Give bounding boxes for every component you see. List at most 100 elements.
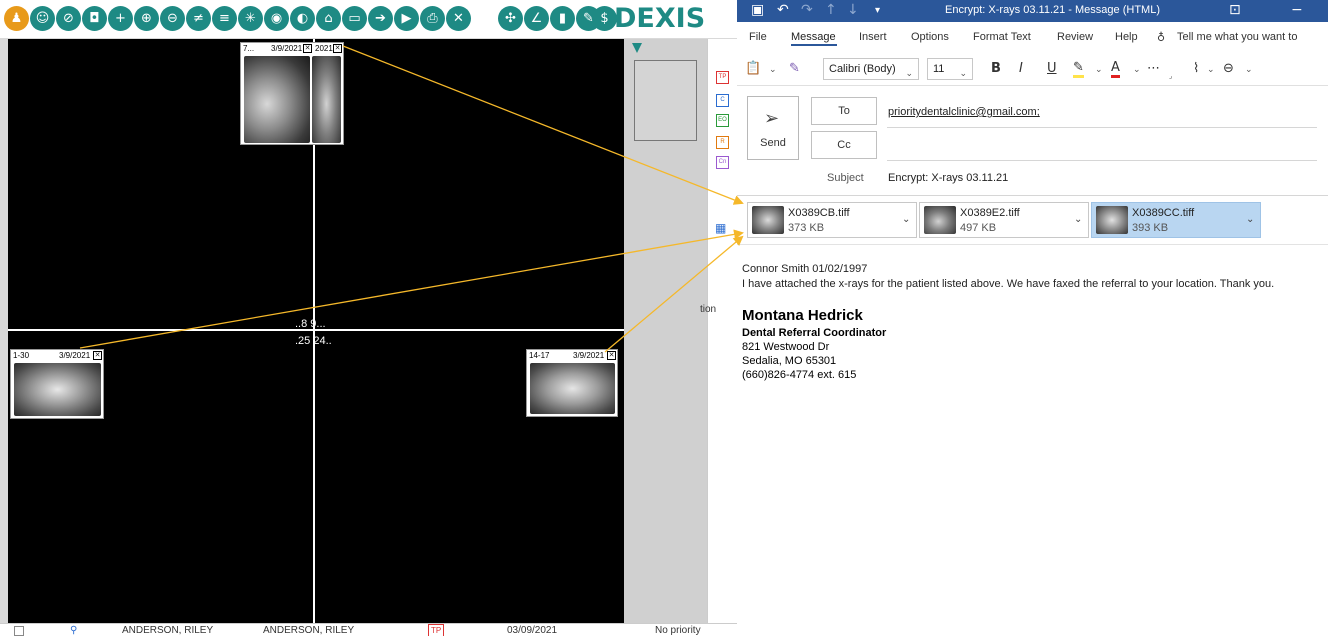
minimize-icon[interactable]: −	[1291, 2, 1303, 18]
to-button[interactable]: To	[811, 97, 877, 125]
chevron-down-icon[interactable]: ⌄	[1245, 65, 1253, 75]
tag-tp-icon[interactable]: TP	[716, 71, 729, 84]
close-icon[interactable]: ✕	[93, 351, 102, 360]
tag-c-icon[interactable]: C	[716, 94, 729, 107]
edit-icon[interactable]: ⊘	[56, 6, 81, 31]
link-icon[interactable]: ⚲	[70, 624, 77, 636]
chevron-down-icon: ⌄	[959, 69, 967, 79]
undo-icon[interactable]: ↶	[777, 2, 789, 18]
tab-format-text[interactable]: Format Text	[973, 31, 1031, 43]
tag-cn-icon[interactable]: Cn	[716, 156, 729, 169]
cc-button[interactable]: Cc	[811, 131, 877, 159]
subject-field[interactable]: Encrypt: X-rays 03.11.21	[888, 172, 1008, 184]
font-color-icon[interactable]: A	[1111, 61, 1120, 78]
active-tab-indicator	[791, 44, 837, 46]
add-icon[interactable]: +	[108, 6, 133, 31]
attachment-name: X0389CC.tiff	[1132, 207, 1195, 219]
tell-me-search[interactable]: Tell me what you want to	[1177, 31, 1297, 43]
xray-thumbnail-left[interactable]: 1-30 3/9/2021 ✕	[10, 349, 104, 419]
row-tag: TP	[428, 624, 445, 636]
adjust-icon[interactable]: ≠	[186, 6, 211, 31]
to-field[interactable]: prioritydentalclinic@gmail.com;	[888, 106, 1040, 118]
tab-options[interactable]: Options	[911, 31, 949, 43]
attachment-item[interactable]: X0389CB.tiff 373 KB ⌄	[747, 202, 917, 238]
cc-field[interactable]	[887, 160, 1317, 161]
attach-icon[interactable]: ⌇	[1193, 61, 1199, 76]
chevron-down-icon[interactable]: ⌄	[902, 214, 910, 225]
chevron-down-icon[interactable]: ⌄	[1074, 214, 1082, 225]
calendar-icon[interactable]: ▦	[715, 221, 726, 235]
notes-icon[interactable]: ≡	[212, 6, 237, 31]
eye-icon[interactable]: ◉	[264, 6, 289, 31]
forward-icon[interactable]: ▶	[394, 6, 419, 31]
collapse-triangle-icon[interactable]	[632, 43, 642, 53]
attachment-item[interactable]: X0389E2.tiff 497 KB ⌄	[919, 202, 1089, 238]
dialog-launcher-icon[interactable]: ⌟	[1169, 72, 1172, 80]
tag-eo-icon[interactable]: EO	[716, 114, 729, 127]
tab-file[interactable]: File	[749, 31, 767, 43]
close-icon[interactable]: ✕	[446, 6, 471, 31]
font-name-value: Calibri (Body)	[829, 63, 896, 75]
home-icon[interactable]: ⌂	[316, 6, 341, 31]
redo-icon[interactable]: ↷	[801, 2, 813, 18]
font-size-select[interactable]: 11 ⌄	[927, 58, 973, 80]
xray-mount-viewer[interactable]: ..8 9... .25 24.. 7... 3/9/2021 2021 ✕ ✕…	[8, 39, 624, 623]
xray-thumbnail-upper[interactable]: 7... 3/9/2021 2021 ✕ ✕	[240, 42, 344, 145]
row-name: ANDERSON, RILEY	[122, 625, 214, 636]
xray-thumbnail-right[interactable]: 14-17 3/9/2021 ✕	[526, 349, 618, 417]
tab-insert[interactable]: Insert	[859, 31, 887, 43]
chevron-down-icon[interactable]: ⌄	[1095, 65, 1103, 75]
attachment-item-selected[interactable]: X0389CC.tiff 393 KB ⌄	[1091, 202, 1261, 238]
more-icon[interactable]: ⋯	[1147, 61, 1160, 76]
brightness-icon[interactable]: ✳	[238, 6, 263, 31]
outlook-message-window: ▣ ↶ ↷ ↑ ↓ ▾ Encrypt: X-rays 03.11.21 - M…	[737, 0, 1328, 636]
close-icon[interactable]: ✕	[607, 351, 616, 360]
tab-review[interactable]: Review	[1057, 31, 1093, 43]
background-patient-row[interactable]: ⚲ ANDERSON, RILEY ANDERSON, RILEY TP 03/…	[0, 623, 737, 636]
message-body[interactable]: Connor Smith 01/02/1997 I have attached …	[742, 262, 1327, 292]
tool-3-icon[interactable]: ▮	[550, 6, 575, 31]
close-icon[interactable]: ✕	[303, 44, 312, 53]
tooth-icon[interactable]: ♟	[4, 6, 29, 31]
up-arrow-icon[interactable]: ↑	[825, 2, 837, 18]
zoom-out-icon[interactable]: ⊖	[160, 6, 185, 31]
compare-icon[interactable]: ◐	[290, 6, 315, 31]
down-arrow-icon[interactable]: ↓	[847, 2, 859, 18]
patient-icon[interactable]: ☺	[30, 6, 55, 31]
font-name-select[interactable]: Calibri (Body) ⌄	[823, 58, 919, 80]
save-icon[interactable]: ▣	[751, 2, 764, 18]
chevron-down-icon[interactable]: ⌄	[769, 65, 777, 75]
send-button[interactable]: ➢ Send	[747, 96, 799, 160]
background-window-strip: TP C EO R Cn ▦ tion	[700, 39, 737, 636]
tab-help[interactable]: Help	[1115, 31, 1138, 43]
close-icon[interactable]: ✕	[333, 44, 342, 53]
chevron-down-icon[interactable]: ⌄	[1246, 214, 1254, 225]
tag-r-icon[interactable]: R	[716, 136, 729, 149]
dexis-side-panel	[624, 39, 707, 629]
chevron-down-icon[interactable]: ⌄	[1133, 65, 1141, 75]
bold-icon[interactable]: B	[991, 61, 1001, 76]
customize-icon[interactable]: ▾	[875, 5, 880, 16]
send-icon: ➢	[764, 108, 780, 129]
chevron-down-icon: ⌄	[905, 69, 913, 79]
thumbnail-label: 7...	[243, 44, 255, 53]
tool-1-icon[interactable]: ✣	[498, 6, 523, 31]
zoom-in-icon[interactable]: ⊕	[134, 6, 159, 31]
format-painter-icon[interactable]: ✎	[789, 61, 800, 76]
italic-icon[interactable]: I	[1019, 61, 1023, 76]
attachment-size: 373 KB	[788, 222, 825, 234]
export-icon[interactable]: ➔	[368, 6, 393, 31]
highlight-icon[interactable]: ✎	[1073, 61, 1084, 78]
underline-icon[interactable]: U	[1047, 61, 1057, 76]
ribbon-display-icon[interactable]: ⊡	[1229, 2, 1241, 18]
folder-icon[interactable]: ▭	[342, 6, 367, 31]
paste-icon[interactable]: 📋	[745, 61, 761, 76]
camera-icon[interactable]: ◘	[82, 6, 107, 31]
print-icon[interactable]: ⎙	[420, 6, 445, 31]
xray-image	[530, 363, 615, 414]
tool-2-icon[interactable]: ∠	[524, 6, 549, 31]
row-checkbox[interactable]	[14, 626, 24, 636]
link-icon[interactable]: ⊖	[1223, 61, 1234, 76]
tab-message[interactable]: Message	[791, 31, 836, 43]
chevron-down-icon[interactable]: ⌄	[1207, 65, 1215, 75]
